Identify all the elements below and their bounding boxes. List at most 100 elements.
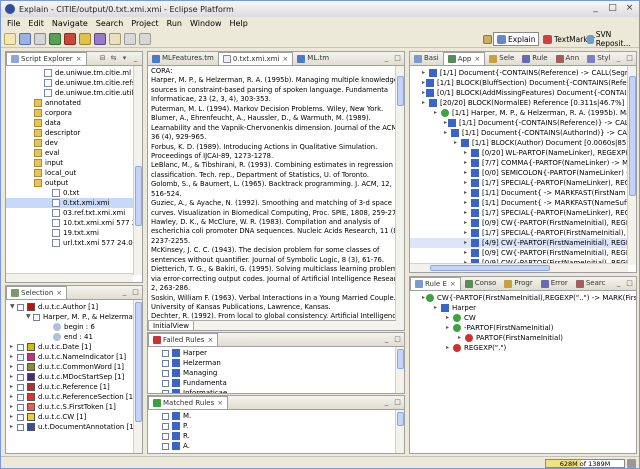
failed-vscrollbar[interactable] bbox=[395, 347, 404, 393]
tab-failed-rules[interactable]: Failed Rules × bbox=[148, 333, 219, 346]
view-tab[interactable]: Rule bbox=[518, 52, 551, 65]
selection-item[interactable]: ▸ d.u.t.c.Reference [1] bbox=[6, 382, 142, 392]
explorer-item[interactable]: local_out bbox=[6, 168, 142, 178]
explorer-item[interactable]: 0.txt bbox=[6, 188, 142, 198]
checkbox[interactable] bbox=[162, 412, 169, 420]
tree-item[interactable]: ▸ Harper bbox=[410, 303, 636, 313]
explorer-hscrollbar[interactable] bbox=[6, 273, 133, 282]
selection-item[interactable]: ▸ d.u.t.c.Date [1] bbox=[6, 342, 142, 352]
tree-item[interactable]: ▸ [1/1] BLOCK(Author) Document [0.0060s|8… bbox=[410, 138, 636, 148]
minimize-view-icon[interactable]: _ bbox=[131, 54, 140, 63]
tree-item[interactable]: ▸ [1/1] BLOCK(BluffSection) Document{-CON… bbox=[410, 78, 636, 88]
minimize-view-icon[interactable]: _ bbox=[382, 398, 391, 407]
tab-selection[interactable]: Selection × bbox=[6, 286, 68, 300]
menu-project[interactable]: Project bbox=[127, 19, 162, 28]
perspective-explain[interactable]: Explain bbox=[493, 32, 540, 46]
explorer-item[interactable]: 0.txt.xmi.xmi bbox=[6, 198, 142, 208]
tree-item[interactable]: ▸ [0/20] WL-PARTOF(NameLinker), REGEXP( bbox=[410, 148, 636, 158]
selection-item[interactable]: ▸ d.u.t.c.CW [1] bbox=[6, 412, 142, 422]
rule-item[interactable]: Harper bbox=[162, 348, 404, 358]
selection-item[interactable]: ▸ d.u.t.c.ReferenceSection [1] bbox=[6, 392, 142, 402]
maximize-view-icon[interactable]: □ bbox=[131, 288, 140, 297]
minimize-view-icon[interactable]: _ bbox=[614, 54, 623, 63]
expand-icon[interactable]: ▸ bbox=[464, 248, 470, 258]
heap-status[interactable]: 628M of 1389M bbox=[545, 459, 625, 468]
explorer-item[interactable]: url.txt.xmi 577 24.06.10 14 bbox=[6, 238, 142, 248]
expand-icon[interactable]: ▸ bbox=[464, 208, 470, 218]
selection-item[interactable]: ▸ d.u.t.c.CommonWord [1] bbox=[6, 362, 142, 372]
tree-item[interactable]: ▸ CW{-PARTOF(FirstNameInitial),REGEXP("..… bbox=[410, 293, 636, 303]
selection-item[interactable]: ▸ d.u.t.c.NameIndicator [1] bbox=[6, 352, 142, 362]
tree-item[interactable]: ▸ [1/7] SPECIAL{-PARTOF(NameLinker), REGI bbox=[410, 208, 636, 218]
tree-item[interactable]: ▸ [0/0] SEMICOLON{-PARTOF(NameLinker) -> bbox=[410, 168, 636, 178]
menu-edit[interactable]: Edit bbox=[24, 19, 48, 28]
checkbox[interactable] bbox=[17, 423, 24, 431]
view-tab[interactable]: Searc bbox=[572, 277, 610, 290]
expand-icon[interactable]: ▸ bbox=[434, 303, 440, 313]
explorer-item[interactable]: de.uniwue.tm.citie.utils bbox=[6, 88, 142, 98]
external-tools-icon[interactable] bbox=[64, 32, 76, 45]
selection-item[interactable]: ▸ u.t.DocumentAnnotation [1] bbox=[6, 422, 142, 432]
open-type-icon[interactable] bbox=[79, 32, 91, 45]
selection-item[interactable]: ▼ Harper, M. P., & Helzerma bbox=[6, 312, 142, 322]
selection-vscrollbar[interactable] bbox=[133, 300, 142, 453]
view-menu-icon[interactable]: ▾ bbox=[120, 54, 129, 63]
rule-item[interactable]: Fundamenta bbox=[162, 378, 404, 388]
view-tab[interactable]: Ann bbox=[552, 52, 584, 65]
tree-item[interactable]: ▸ [20/20] BLOCK(NormalEE) Reference [0.31… bbox=[410, 98, 636, 108]
checkbox[interactable] bbox=[17, 353, 24, 361]
apply-hscrollbar[interactable] bbox=[410, 263, 628, 272]
expand-icon[interactable]: ▸ bbox=[444, 118, 447, 128]
maximize-view-icon[interactable]: □ bbox=[393, 54, 402, 63]
checkbox[interactable] bbox=[17, 393, 24, 401]
explorer-item[interactable]: de.uniwue.tm.citie.ml bbox=[6, 68, 142, 78]
close-icon[interactable]: × bbox=[282, 53, 288, 66]
checkbox[interactable] bbox=[17, 413, 24, 421]
checkbox[interactable] bbox=[17, 403, 24, 411]
forward-icon[interactable] bbox=[139, 32, 151, 45]
expand-icon[interactable]: ▸ bbox=[464, 158, 470, 168]
view-tab[interactable]: Basi bbox=[410, 52, 443, 65]
expand-icon[interactable]: ▼ bbox=[10, 302, 16, 312]
explorer-item[interactable]: output bbox=[6, 178, 142, 188]
minimize-view-icon[interactable]: _ bbox=[120, 288, 129, 297]
new-icon[interactable] bbox=[4, 32, 16, 45]
selection-item[interactable]: end : 41 bbox=[6, 332, 142, 342]
expand-icon[interactable]: ▸ bbox=[464, 198, 470, 208]
explorer-item[interactable]: input bbox=[6, 158, 142, 168]
menu-run[interactable]: Run bbox=[163, 19, 186, 28]
tree-item[interactable]: ▸ [0/1] BLOCK(AddMissingFeatures) Documen… bbox=[410, 88, 636, 98]
tree-item[interactable]: ▸ [7/7] COMMA{-PARTOF(NameLinker) -> M bbox=[410, 158, 636, 168]
explorer-item[interactable]: descriptor bbox=[6, 128, 142, 138]
view-tab[interactable]: App × bbox=[442, 52, 486, 65]
checkbox[interactable] bbox=[17, 363, 24, 371]
print-icon[interactable] bbox=[34, 32, 46, 45]
maximize-view-icon[interactable]: □ bbox=[393, 335, 402, 344]
tree-item[interactable]: ▸ [1/1] Document{-CONTAINS(Reference)} ->… bbox=[410, 118, 636, 128]
expand-icon[interactable]: ▸ bbox=[422, 293, 425, 303]
expand-icon[interactable]: ▸ bbox=[10, 392, 16, 402]
menu-window[interactable]: Window bbox=[186, 19, 226, 28]
expand-icon[interactable]: ▸ bbox=[464, 238, 470, 248]
close-icon[interactable]: × bbox=[217, 397, 223, 410]
close-icon[interactable]: × bbox=[450, 278, 456, 291]
checkbox[interactable] bbox=[162, 442, 169, 450]
explorer-item[interactable]: de.uniwue.tm.citie.refs bbox=[6, 78, 142, 88]
expand-icon[interactable]: ▼ bbox=[26, 312, 32, 322]
menu-help[interactable]: Help bbox=[226, 19, 252, 28]
explorer-item[interactable]: 03.ref.txt.xmi.xmi bbox=[6, 208, 142, 218]
minimize-button[interactable]: _ bbox=[590, 3, 601, 14]
checkbox[interactable] bbox=[162, 432, 169, 440]
expand-icon[interactable]: ▸ bbox=[10, 382, 16, 392]
expand-icon[interactable]: ▸ bbox=[10, 422, 16, 432]
close-icon[interactable]: × bbox=[56, 287, 62, 300]
expand-icon[interactable]: ▸ bbox=[10, 402, 16, 412]
explorer-vscrollbar[interactable] bbox=[133, 66, 142, 275]
tree-item[interactable]: ▸ [0/9] CW{-PARTOF(FirstNameInitial), REG… bbox=[410, 248, 636, 258]
tree-item[interactable]: ▸ [1/1] Document{ -> MARKFAST(NameSuff bbox=[410, 198, 636, 208]
expand-icon[interactable]: ▸ bbox=[458, 333, 464, 343]
explorer-item[interactable]: dev bbox=[6, 138, 142, 148]
checkbox[interactable] bbox=[162, 349, 169, 357]
rule-item[interactable]: R. bbox=[162, 431, 404, 441]
minimize-view-icon[interactable]: _ bbox=[382, 335, 391, 344]
